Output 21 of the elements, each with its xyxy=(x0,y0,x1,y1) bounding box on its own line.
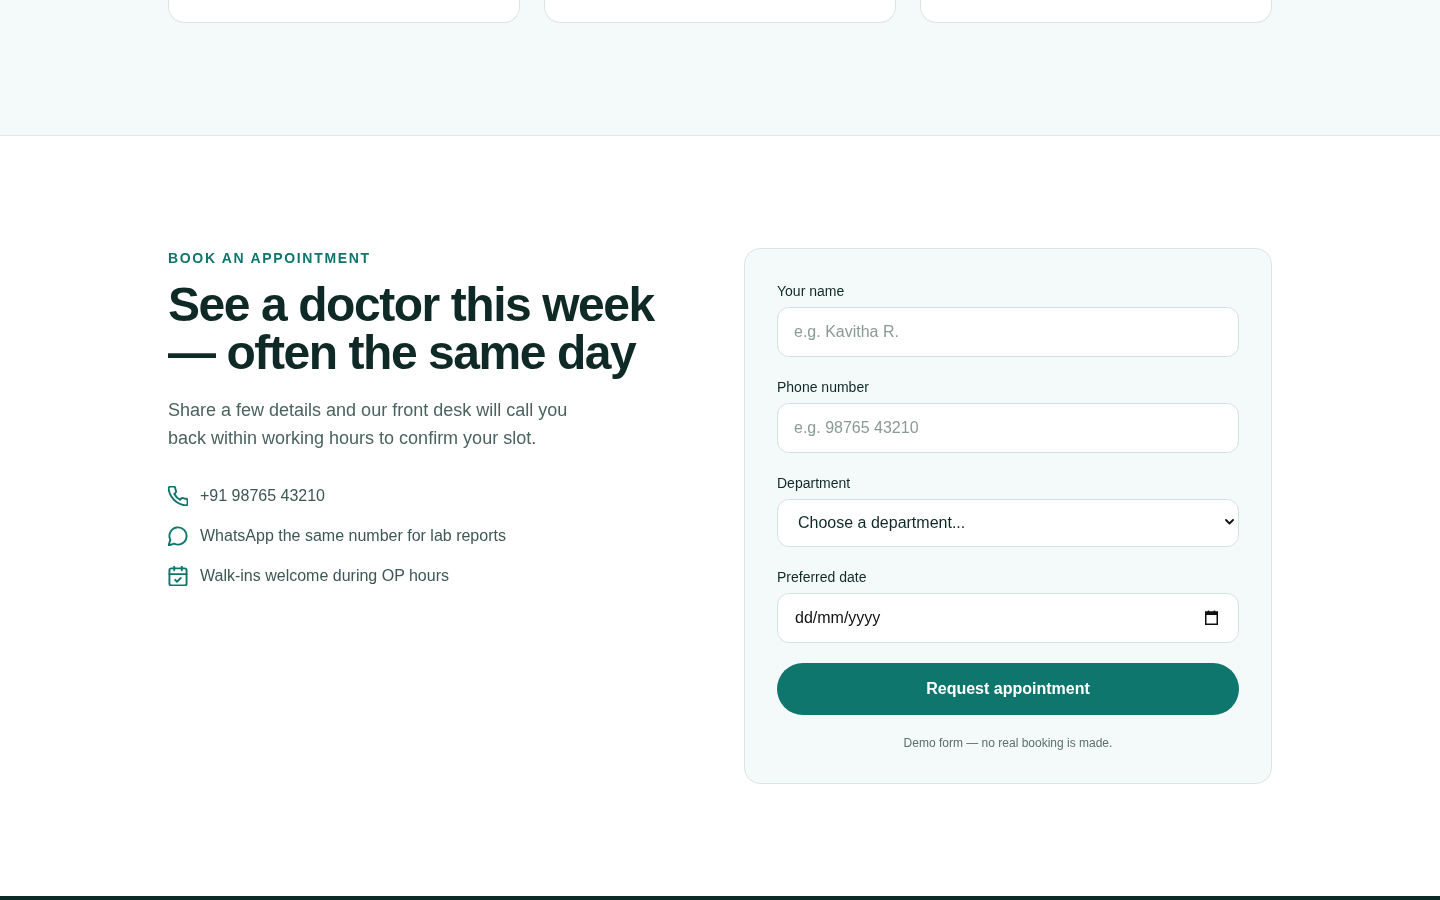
calendar-icon[interactable] xyxy=(1205,610,1218,625)
intro-text: Share a few details and our front desk will call you back within working hours to confirm your slot. xyxy=(168,399,569,450)
submit-button[interactable]: Request appointment xyxy=(777,663,1239,715)
contact-text: Walk-ins welcome during OP hours xyxy=(200,566,449,586)
phone-icon xyxy=(168,486,188,506)
section-eyebrow: BOOK AN APPOINTMENT xyxy=(168,249,372,268)
input-field[interactable]: e.g. 98765 43210 xyxy=(777,403,1239,453)
date-field[interactable]: dd/mm/yyyy xyxy=(777,593,1239,643)
input-field[interactable]: e.g. Kavitha R. xyxy=(777,307,1239,357)
calendar-check-icon xyxy=(168,566,188,586)
chevron-down-icon xyxy=(1225,519,1234,525)
field-label: Preferred date xyxy=(777,568,868,587)
contact-text: +91 98765 43210 xyxy=(200,486,325,506)
chat-bubble-icon xyxy=(168,526,188,546)
field-label: Department xyxy=(777,474,852,493)
field-label: Phone number xyxy=(777,378,870,397)
section-heading: See a doctor this week — often the same day xyxy=(168,281,656,377)
field-label: Your name xyxy=(777,282,846,301)
contact-text: WhatsApp the same number for lab reports xyxy=(200,526,506,546)
dropdown-field[interactable]: Choose a department... xyxy=(777,499,1239,547)
form-note: Demo form — no real booking is made. xyxy=(902,735,1114,751)
